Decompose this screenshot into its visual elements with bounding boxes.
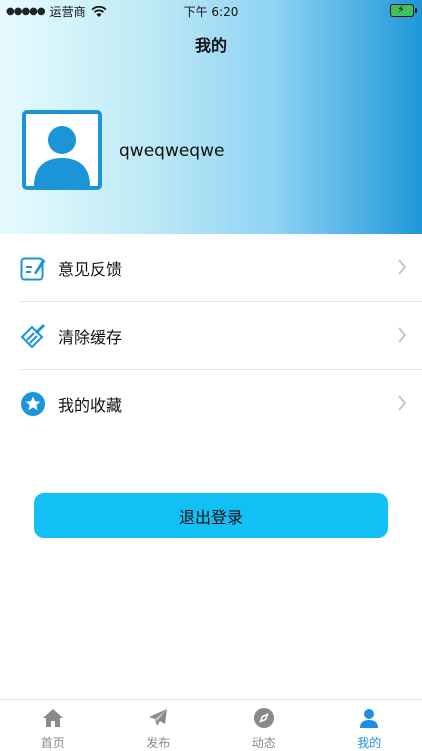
tab-profile[interactable]: 我的 [317,700,422,751]
avatar[interactable] [22,110,102,190]
person-icon [358,707,380,729]
tab-home[interactable]: 首页 [0,700,106,751]
tab-label: 我的 [357,734,381,751]
chevron-right-icon [396,258,408,276]
menu-item-label: 我的收藏 [58,392,122,416]
username: qweqweqwe [119,141,224,161]
menu-item-feedback[interactable]: 意见反馈 [20,234,422,302]
tab-bar: 首页 发布 动态 我的 [0,699,422,751]
menu-item-clear-cache[interactable]: 清除缓存 [20,302,422,370]
tab-label: 发布 [146,734,170,751]
profile-header: ●●●●● 运营商 下午 6:20 ⚡ 我的 qweqweqwe [0,0,422,234]
settings-menu: 意见反馈 清除缓存 我的收藏 [0,234,422,437]
feedback-icon [20,255,46,281]
chevron-right-icon [396,394,408,412]
paper-plane-icon [147,707,169,729]
tab-label: 首页 [41,734,65,751]
compass-icon [253,707,275,729]
chevron-right-icon [396,326,408,344]
menu-item-favorites[interactable]: 我的收藏 [20,370,422,437]
status-time: 下午 6:20 [0,3,422,20]
page-title: 我的 [0,32,422,56]
broom-icon [20,323,46,349]
tab-moments[interactable]: 动态 [211,700,317,751]
menu-item-label: 意见反馈 [58,256,122,280]
tab-label: 动态 [252,734,276,751]
tab-publish[interactable]: 发布 [106,700,212,751]
status-bar: ●●●●● 运营商 下午 6:20 ⚡ [0,0,422,22]
home-icon [42,707,64,729]
logout-button[interactable]: 退出登录 [34,493,388,538]
battery-icon: ⚡ [390,4,414,17]
menu-item-label: 清除缓存 [58,324,122,348]
star-icon [20,391,46,417]
